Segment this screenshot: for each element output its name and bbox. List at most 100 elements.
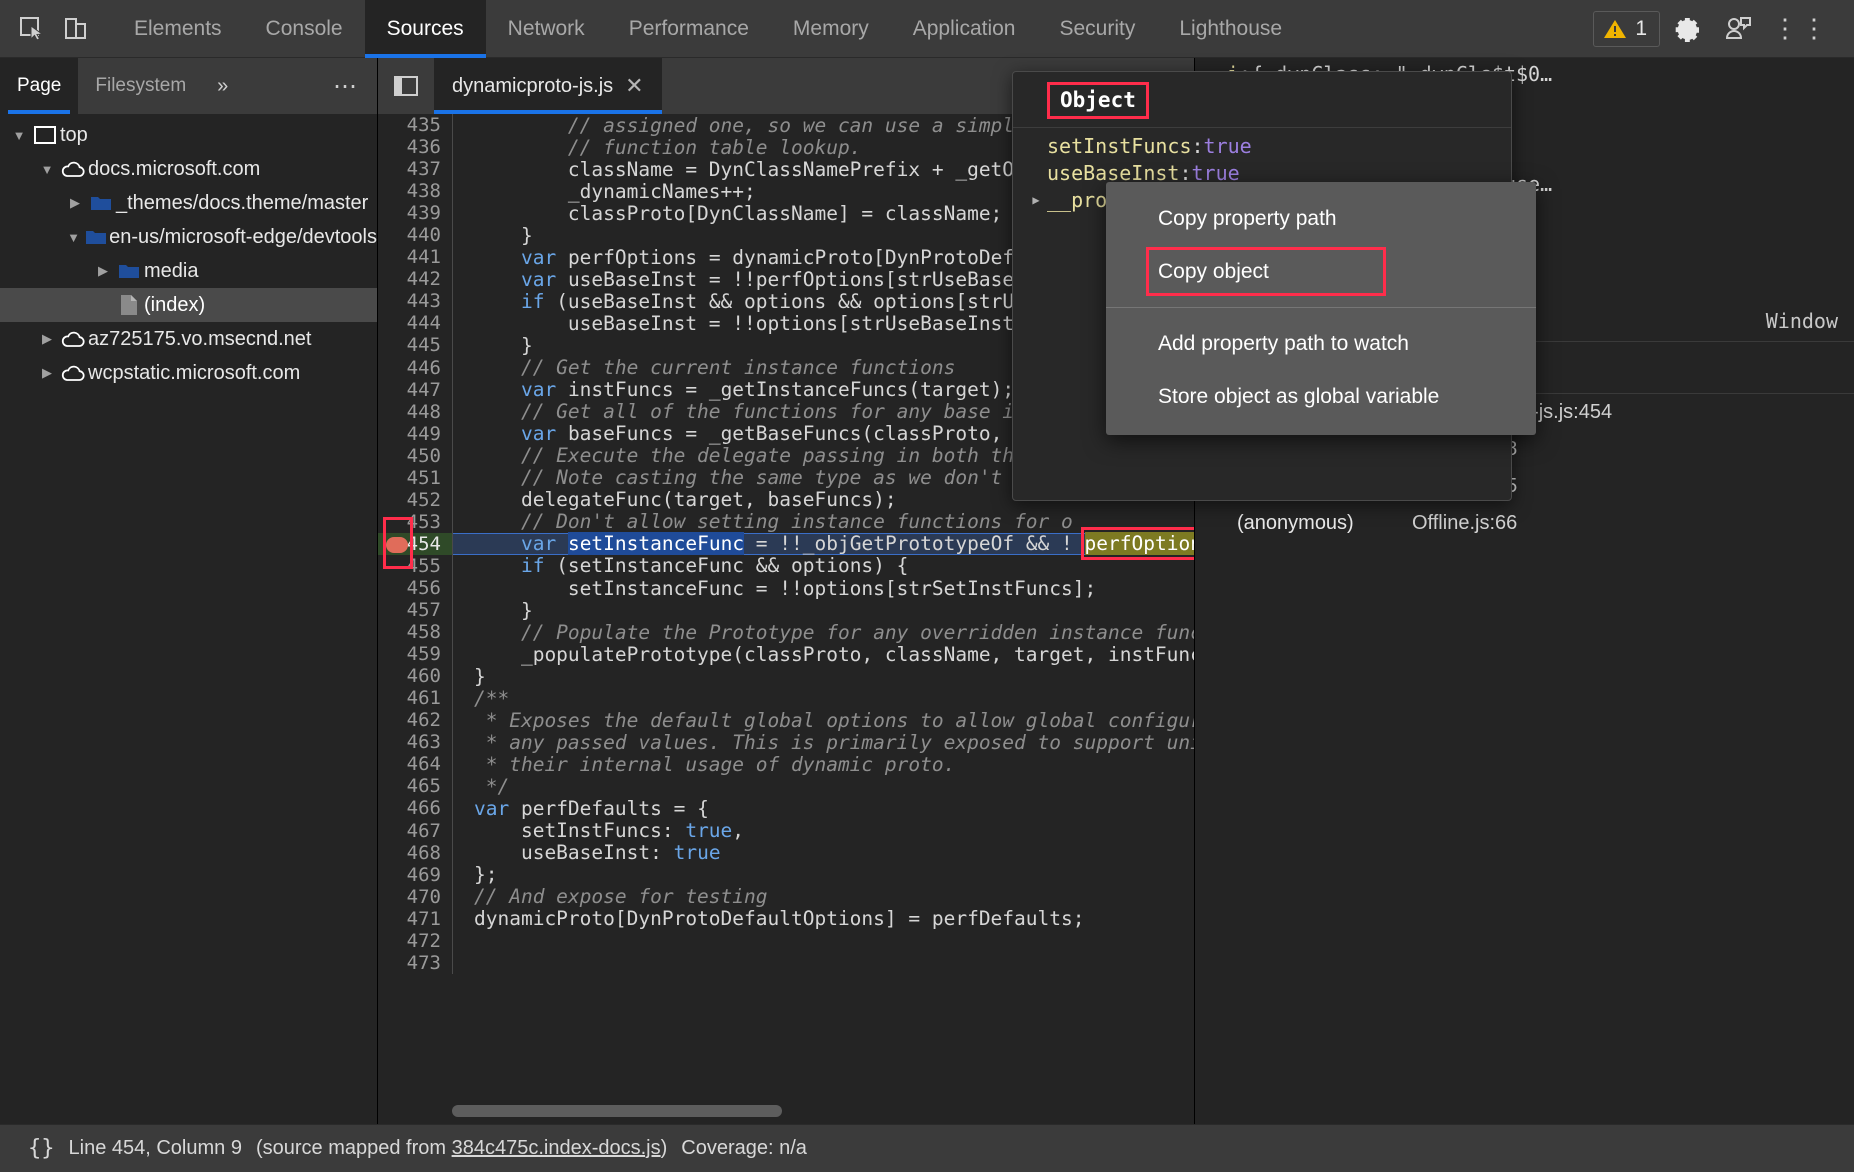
twisty-collapsed-icon[interactable]: ▶ bbox=[92, 263, 114, 279]
twisty-expanded-icon[interactable]: ▼ bbox=[36, 162, 58, 177]
code-line[interactable]: 460} bbox=[378, 665, 1194, 687]
line-number[interactable]: 437 bbox=[378, 158, 452, 180]
context-menu-item[interactable]: Store object as global variable bbox=[1106, 370, 1536, 423]
tree-item[interactable]: ▶az725175.vo.msecnd.net bbox=[0, 322, 377, 356]
line-number[interactable]: 464 bbox=[378, 753, 452, 775]
line-number[interactable]: 472 bbox=[378, 930, 452, 952]
line-number[interactable]: 436 bbox=[378, 136, 452, 158]
line-number[interactable]: 458 bbox=[378, 621, 452, 643]
tab-elements[interactable]: Elements bbox=[112, 0, 244, 58]
line-number[interactable]: 453 bbox=[378, 511, 452, 533]
tab-lighthouse[interactable]: Lighthouse bbox=[1157, 0, 1304, 58]
line-number[interactable]: 443 bbox=[378, 290, 452, 312]
code-line[interactable]: 466var perfDefaults = { bbox=[378, 797, 1194, 819]
code-line[interactable]: 455 if (setInstanceFunc && options) { bbox=[378, 555, 1194, 577]
tab-application[interactable]: Application bbox=[891, 0, 1038, 58]
navigator-more-icon[interactable]: ⋯ bbox=[316, 58, 377, 114]
line-number[interactable]: 445 bbox=[378, 334, 452, 356]
code-line[interactable]: 464 * their internal usage of dynamic pr… bbox=[378, 753, 1194, 775]
inspect-cursor-icon[interactable] bbox=[10, 8, 54, 50]
context-menu-item[interactable]: Copy property path bbox=[1106, 192, 1536, 245]
code-line[interactable]: 461/** bbox=[378, 687, 1194, 709]
line-number[interactable]: 473 bbox=[378, 952, 452, 974]
line-number[interactable]: 456 bbox=[378, 577, 452, 599]
line-number[interactable]: 467 bbox=[378, 820, 452, 842]
line-number[interactable]: 451 bbox=[378, 467, 452, 489]
twisty-expanded-icon[interactable]: ▼ bbox=[64, 230, 83, 245]
line-number[interactable]: 448 bbox=[378, 401, 452, 423]
tree-item[interactable]: ▶(index) bbox=[0, 288, 377, 322]
code-line[interactable]: 457 } bbox=[378, 599, 1194, 621]
line-number[interactable]: 465 bbox=[378, 775, 452, 797]
line-number[interactable]: 444 bbox=[378, 312, 452, 334]
line-number[interactable]: 470 bbox=[378, 886, 452, 908]
line-number[interactable]: 439 bbox=[378, 202, 452, 224]
line-number[interactable]: 466 bbox=[378, 797, 452, 819]
breakpoint-dot-icon[interactable] bbox=[386, 537, 408, 553]
pretty-print-icon[interactable]: {} bbox=[16, 1136, 55, 1161]
code-line[interactable]: 459 _populatePrototype(classProto, class… bbox=[378, 643, 1194, 665]
line-number[interactable]: 455 bbox=[378, 555, 452, 577]
context-menu-item[interactable]: Copy object bbox=[1106, 245, 1536, 298]
line-number[interactable]: 463 bbox=[378, 731, 452, 753]
line-number[interactable]: 450 bbox=[378, 445, 452, 467]
code-line[interactable]: 463 * any passed values. This is primari… bbox=[378, 731, 1194, 753]
code-line[interactable]: 468 useBaseInst: true bbox=[378, 842, 1194, 864]
tab-security[interactable]: Security bbox=[1037, 0, 1157, 58]
line-number[interactable]: 440 bbox=[378, 224, 452, 246]
code-line-executing[interactable]: 454 var setInstanceFunc = !!_objGetProto… bbox=[378, 533, 1194, 555]
navigator-tab-filesystem[interactable]: Filesystem bbox=[78, 58, 203, 114]
line-number[interactable]: 471 bbox=[378, 908, 452, 930]
editor-horizontal-scrollbar[interactable] bbox=[378, 1098, 1194, 1124]
navigator-tab-page[interactable]: Page bbox=[0, 58, 78, 114]
show-navigator-icon[interactable] bbox=[378, 58, 434, 114]
navigator-tab-overflow[interactable]: » bbox=[203, 58, 242, 114]
call-stack-frame[interactable]: (anonymous)Offline.js:66 bbox=[1195, 505, 1854, 542]
twisty-collapsed-icon[interactable]: ▶ bbox=[1025, 193, 1047, 207]
line-number[interactable]: 457 bbox=[378, 599, 452, 621]
tree-item[interactable]: ▶_themes/docs.theme/master bbox=[0, 186, 377, 220]
feedback-icon[interactable] bbox=[1716, 8, 1760, 50]
twisty-collapsed-icon[interactable]: ▶ bbox=[64, 195, 86, 211]
tree-item[interactable]: ▶media bbox=[0, 254, 377, 288]
tree-item[interactable]: ▼docs.microsoft.com bbox=[0, 152, 377, 186]
line-number[interactable]: 459 bbox=[378, 643, 452, 665]
line-number[interactable]: 468 bbox=[378, 842, 452, 864]
code-line[interactable]: 456 setInstanceFunc = !!options[strSetIn… bbox=[378, 577, 1194, 599]
gear-icon[interactable] bbox=[1666, 8, 1710, 50]
code-line[interactable]: 458 // Populate the Prototype for any ov… bbox=[378, 621, 1194, 643]
code-line[interactable]: 465 */ bbox=[378, 775, 1194, 797]
twisty-collapsed-icon[interactable]: ▶ bbox=[36, 331, 58, 347]
tab-performance[interactable]: Performance bbox=[607, 0, 771, 58]
tree-item[interactable]: ▼top bbox=[0, 118, 377, 152]
source-map-link[interactable]: 384c475c.index-docs.js bbox=[452, 1137, 661, 1159]
code-line[interactable]: 467 setInstFuncs: true, bbox=[378, 820, 1194, 842]
line-number[interactable]: 462 bbox=[378, 709, 452, 731]
line-number[interactable]: 469 bbox=[378, 864, 452, 886]
code-line[interactable]: 469}; bbox=[378, 864, 1194, 886]
line-number[interactable]: 452 bbox=[378, 489, 452, 511]
warning-badge[interactable]: 1 bbox=[1593, 11, 1660, 47]
device-toggle-icon[interactable] bbox=[54, 8, 98, 50]
line-number[interactable]: 446 bbox=[378, 357, 452, 379]
code-line[interactable]: 462 * Exposes the default global options… bbox=[378, 709, 1194, 731]
line-number[interactable]: 438 bbox=[378, 180, 452, 202]
code-line[interactable]: 473 bbox=[378, 952, 1194, 974]
tab-console[interactable]: Console bbox=[244, 0, 365, 58]
line-number[interactable]: 441 bbox=[378, 246, 452, 268]
tab-sources[interactable]: Sources bbox=[365, 0, 486, 58]
line-number[interactable]: 460 bbox=[378, 665, 452, 687]
tab-network[interactable]: Network bbox=[486, 0, 607, 58]
twisty-collapsed-icon[interactable]: ▶ bbox=[36, 365, 58, 381]
code-line[interactable]: 470// And expose for testing bbox=[378, 886, 1194, 908]
code-line[interactable]: 472 bbox=[378, 930, 1194, 952]
more-options-icon[interactable]: ⋮⋮ bbox=[1766, 13, 1836, 44]
line-number[interactable]: 442 bbox=[378, 268, 452, 290]
line-number[interactable]: 447 bbox=[378, 379, 452, 401]
twisty-expanded-icon[interactable]: ▼ bbox=[8, 128, 30, 143]
code-line[interactable]: 471dynamicProto[DynProtoDefaultOptions] … bbox=[378, 908, 1194, 930]
tree-item[interactable]: ▶wcpstatic.microsoft.com bbox=[0, 356, 377, 390]
line-number[interactable]: 435 bbox=[378, 114, 452, 136]
object-property-row[interactable]: ▶setInstFuncs: true bbox=[1013, 132, 1511, 159]
editor-tab-dynamicproto[interactable]: dynamicproto-js.js ✕ bbox=[434, 58, 662, 114]
